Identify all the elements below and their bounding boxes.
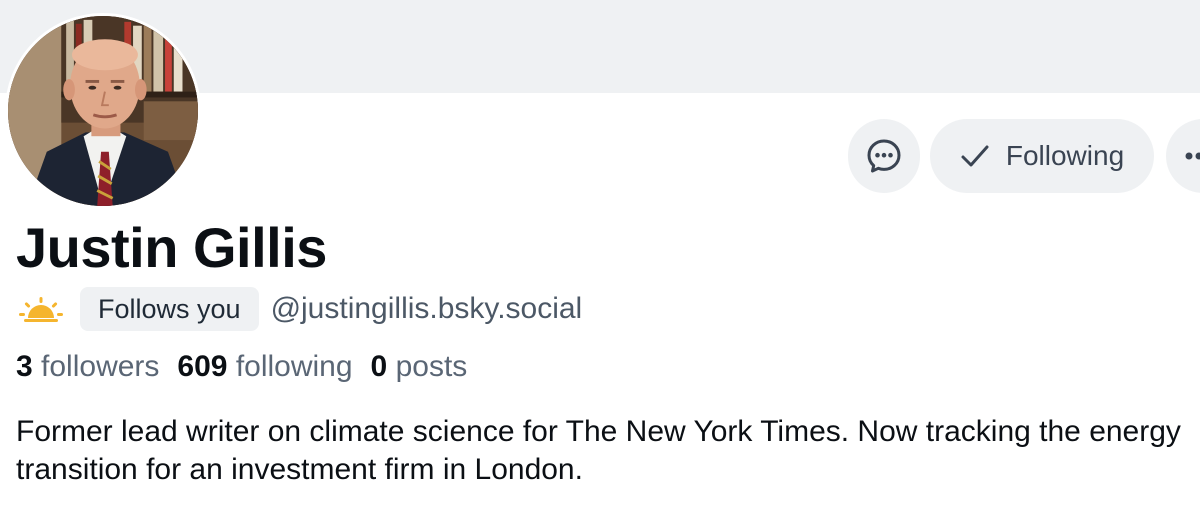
profile-meta-row: Follows you @justingillis.bsky.social <box>16 287 582 331</box>
message-button[interactable] <box>848 119 920 193</box>
more-options-button[interactable] <box>1166 119 1200 193</box>
chat-bubble-icon <box>867 139 901 173</box>
posts-label: posts <box>395 350 468 383</box>
profile-handle: @justingillis.bsky.social <box>270 292 583 325</box>
check-icon <box>961 145 989 167</box>
following-label: following <box>235 350 353 383</box>
following-button[interactable]: Following <box>930 119 1154 193</box>
follows-you-badge: Follows you <box>80 287 259 331</box>
more-dots-icon <box>1185 152 1200 160</box>
followers-label: followers <box>41 350 160 383</box>
following-button-label: Following <box>1005 140 1125 171</box>
profile-bio: Former lead writer on climate science fo… <box>16 415 1181 486</box>
posts-count: 0 <box>370 350 388 383</box>
avatar-photo <box>8 16 198 206</box>
profile-stats: 3 followers 609 following 0 posts <box>16 350 467 384</box>
display-name: Justin Gillis <box>16 216 327 279</box>
avatar[interactable] <box>5 13 201 209</box>
following-count: 609 <box>177 350 228 383</box>
followers-count: 3 <box>16 350 33 383</box>
posts-stat: 0 posts <box>371 350 468 384</box>
followers-stat[interactable]: 3 followers <box>16 350 159 384</box>
sun-icon[interactable] <box>16 294 66 324</box>
following-stat[interactable]: 609 following <box>177 350 352 384</box>
